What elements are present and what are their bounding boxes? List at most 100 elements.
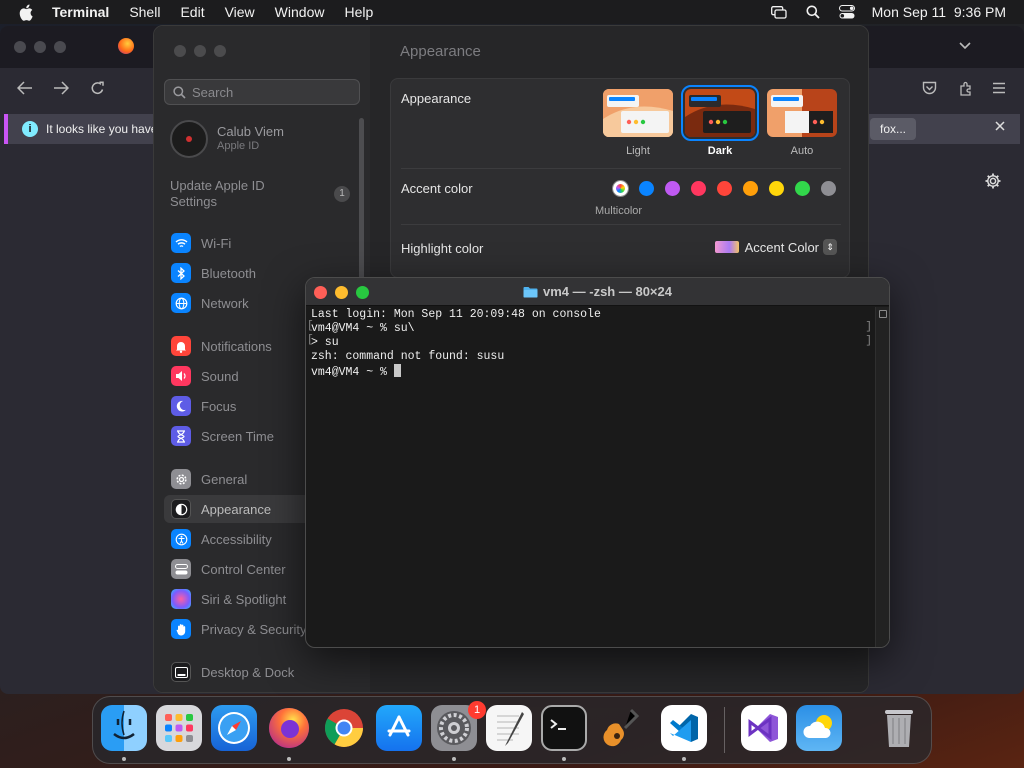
dock-safari-icon[interactable] (211, 705, 257, 751)
dock-app-store-icon[interactable] (376, 705, 422, 751)
appearance-option-dark[interactable]: Dark (685, 145, 755, 157)
highlight-color-select[interactable]: Accent Color ⇕ (714, 239, 837, 255)
settings-close-button[interactable] (174, 45, 186, 57)
terminal-title-bar[interactable]: vm4 — -zsh — 80×24 (306, 278, 889, 306)
account-subtitle: Apple ID (217, 140, 260, 152)
back-arrow-icon[interactable] (16, 79, 34, 97)
page-settings-gear-icon[interactable] (984, 172, 1002, 195)
highlight-color-preview (714, 241, 739, 253)
dock-finder-icon[interactable] (101, 705, 147, 751)
hamburger-menu-icon[interactable] (990, 79, 1008, 97)
search-icon (173, 85, 186, 99)
speaker-icon (171, 366, 191, 386)
dock-trash-icon[interactable] (876, 705, 922, 751)
notice-close-icon[interactable] (994, 120, 1006, 135)
globe-icon (171, 293, 191, 313)
sidebar-item-label: Privacy & Security (201, 621, 307, 637)
settings-minimize-button[interactable] (194, 45, 206, 57)
update-label: Update Apple ID Settings (170, 178, 265, 209)
menu-clock[interactable]: Mon Sep 11 9:36 PM (872, 4, 1006, 20)
appearance-icon (171, 499, 191, 519)
accent-color-swatch[interactable] (821, 181, 836, 196)
dock-weather-icon[interactable] (796, 705, 842, 751)
accessibility-icon (171, 529, 191, 549)
line-mark-bracket: ] (865, 335, 872, 347)
wifi-icon (171, 233, 191, 253)
menu-shell[interactable]: Shell (129, 4, 160, 20)
dock-vscode-icon[interactable] (661, 705, 707, 751)
browser-close-button[interactable] (14, 41, 26, 53)
appearance-auto-thumbnail[interactable] (767, 89, 837, 137)
terminal-scrollbar[interactable] (875, 307, 889, 647)
accent-color-swatch[interactable] (665, 181, 680, 196)
browser-window-controls (14, 41, 66, 53)
settings-search-input[interactable]: Search (164, 79, 360, 105)
line-mark-bracket: [ (307, 334, 314, 346)
terminal-scroll-marker[interactable] (879, 310, 887, 318)
menu-app-name[interactable]: Terminal (52, 4, 109, 20)
menu-help[interactable]: Help (344, 4, 373, 20)
accent-color-label: Accent color (401, 181, 473, 196)
accent-color-swatch[interactable] (769, 181, 784, 196)
dock-garageband-icon[interactable] (596, 705, 642, 751)
dock-chrome-icon[interactable] (321, 705, 367, 751)
terminal-line: zsh: command not found: susu (311, 350, 505, 363)
dock-separator (724, 707, 725, 753)
update-apple-id-settings[interactable]: Update Apple ID Settings 1 (170, 178, 350, 210)
accent-color-swatch[interactable] (639, 181, 654, 196)
browser-minimize-button[interactable] (34, 41, 46, 53)
folder-icon (523, 286, 538, 301)
running-indicator (287, 757, 291, 761)
accent-color-swatch[interactable] (743, 181, 758, 196)
extensions-icon[interactable] (956, 79, 974, 97)
up-down-chevron-icon: ⇕ (823, 239, 837, 255)
divider (401, 168, 841, 169)
terminal-cursor (393, 364, 401, 377)
accent-multicolor-swatch[interactable] (613, 181, 628, 196)
dock-firefox-icon[interactable] (266, 705, 312, 751)
apple-menu-icon[interactable] (16, 2, 36, 22)
reload-icon[interactable] (88, 79, 106, 97)
appearance-light-thumbnail[interactable] (603, 89, 673, 137)
accent-color-swatch[interactable] (691, 181, 706, 196)
menu-edit[interactable]: Edit (180, 4, 204, 20)
moon-icon (171, 396, 191, 416)
apple-id-account[interactable]: Calub Viem Apple ID (170, 120, 360, 160)
firefox-tab-icon[interactable] (118, 38, 134, 54)
dock-terminal-icon[interactable] (541, 705, 587, 751)
forward-arrow-icon[interactable] (52, 79, 70, 97)
appearance-option-auto[interactable]: Auto (767, 145, 837, 157)
sidebar-item-label: Desktop & Dock (201, 664, 295, 680)
sidebar-item-desktop-dock[interactable]: Desktop & Dock (164, 658, 360, 686)
sidebar-item-label: Sound (201, 368, 239, 384)
tab-list-chevron-icon[interactable] (958, 38, 972, 57)
sidebar-item-label: Network (201, 295, 249, 311)
dock: 1 (92, 696, 932, 764)
line-mark-bracket: ] (865, 321, 872, 333)
pocket-icon[interactable] (920, 79, 938, 97)
siri-icon (171, 589, 191, 609)
appearance-settings-card: Appearance Light Dark Auto Accent color … (390, 78, 850, 278)
control-center-icon[interactable] (838, 5, 856, 19)
appearance-dark-thumbnail[interactable] (681, 85, 759, 141)
accent-color-swatch[interactable] (795, 181, 810, 196)
appearance-option-light[interactable]: Light (603, 145, 673, 157)
dock-launchpad-icon[interactable] (156, 705, 202, 751)
settings-zoom-button[interactable] (214, 45, 226, 57)
account-name: Calub Viem (217, 124, 284, 139)
sidebar-item-wifi[interactable]: Wi-Fi (164, 229, 360, 257)
accent-selected-label: Multicolor (595, 205, 643, 217)
sidebar-item-label: Siri & Spotlight (201, 591, 287, 607)
notice-action-button[interactable]: fox... (870, 118, 917, 140)
terminal-output[interactable]: Last login: Mon Sep 11 20:09:48 on conso… (306, 307, 875, 647)
accent-color-swatch[interactable] (717, 181, 732, 196)
menu-view[interactable]: View (225, 4, 255, 20)
browser-zoom-button[interactable] (54, 41, 66, 53)
dock-textedit-icon[interactable] (486, 705, 532, 751)
menu-window[interactable]: Window (275, 4, 325, 20)
sidebar-item-label: Bluetooth (201, 265, 256, 281)
dock-visual-studio-icon[interactable] (741, 705, 787, 751)
screen-mirroring-icon[interactable] (770, 5, 788, 19)
spotlight-search-icon[interactable] (804, 5, 822, 19)
sidebar-item-label: Control Center (201, 561, 286, 577)
